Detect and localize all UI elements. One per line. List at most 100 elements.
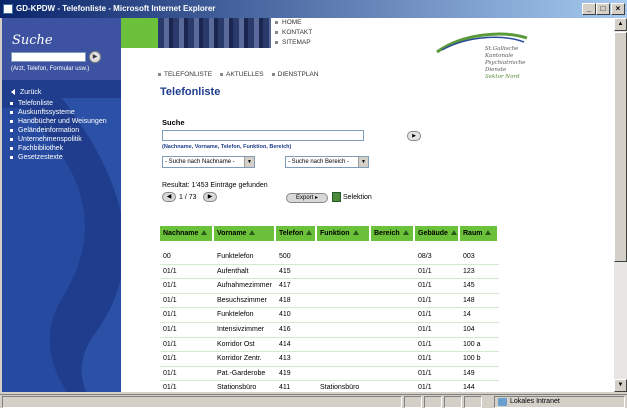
table-cell: 411 — [279, 384, 291, 392]
bullet-icon — [275, 31, 278, 34]
logo-sektor: Sektor Nord — [485, 74, 520, 80]
header-label: Telefon — [279, 230, 304, 237]
table-row: 01/1 Aufenthalt 415 01/1 123 — [160, 265, 499, 280]
search-input[interactable] — [162, 130, 364, 141]
pager-text: 1 / 73 — [179, 194, 197, 201]
chevron-down-icon[interactable]: ▼ — [358, 157, 368, 167]
header-nachname[interactable]: Nachname — [160, 226, 214, 241]
header-label: Raum — [463, 230, 483, 237]
table-cell: Intensivzimmer — [217, 325, 265, 333]
table-cell: 149 — [463, 369, 475, 377]
header-funktion[interactable]: Funktion — [317, 226, 371, 241]
table-cell — [317, 279, 371, 293]
bullet-icon — [10, 156, 13, 159]
table-cell: Stationsbüro — [217, 384, 257, 392]
header-vorname[interactable]: Vorname — [214, 226, 276, 241]
table-cell — [371, 265, 415, 279]
scroll-down-button[interactable]: ▼ — [614, 379, 627, 392]
header-top-menu: HOME KONTAKT SITEMAP — [275, 18, 312, 48]
sidebar-item-label: Telefonliste — [18, 100, 54, 107]
table-cell: 100 b — [463, 355, 481, 363]
scroll-thumb[interactable] — [614, 32, 627, 262]
sort-up-icon — [306, 230, 313, 235]
export-label: Export — [295, 195, 314, 201]
table-cell: 01/1 — [418, 355, 432, 363]
header-label: Funktion — [320, 230, 350, 237]
header-raum[interactable]: Raum — [460, 226, 499, 241]
bullet-icon — [275, 41, 278, 44]
header-label: Gebäude — [418, 230, 448, 237]
table-cell: 01/1 — [163, 296, 177, 304]
nav-aktuelles[interactable]: AKTUELLES — [220, 71, 264, 78]
header-gebaeude[interactable]: Gebäude — [415, 226, 460, 241]
top-menu-label: HOME — [282, 19, 302, 26]
header-bereich[interactable]: Bereich — [371, 226, 415, 241]
table-cell: Aufenthalt — [217, 267, 249, 275]
sidebar-item-handbuecher[interactable]: Handbücher und Weisungen — [10, 117, 107, 126]
table-row: 01/1 Funktelefon 410 01/1 14 — [160, 308, 499, 323]
bullet-icon — [10, 147, 13, 150]
table-cell: 100 a — [463, 340, 481, 348]
table-cell — [371, 352, 415, 366]
table-cell: 104 — [463, 325, 475, 333]
table-cell: 01/1 — [418, 296, 432, 304]
excel-icon[interactable] — [332, 192, 341, 202]
export-button[interactable]: Export ▸ — [286, 193, 328, 203]
status-zone-label: Lokales Intranet — [510, 398, 560, 405]
table-cell: 01/1 — [418, 325, 432, 333]
vertical-scrollbar[interactable]: ▲ ▼ — [614, 18, 627, 392]
table-cell: 01/1 — [418, 384, 432, 392]
table-cell — [371, 308, 415, 322]
table-cell — [317, 338, 371, 352]
bullet-icon — [275, 21, 278, 24]
table-cell — [317, 250, 371, 264]
nav-dienstplan[interactable]: DIENSTPLAN — [271, 71, 318, 78]
area-select[interactable]: - Suche nach Bereich - ▼ — [285, 156, 369, 168]
sidebar-item-auskunftssysteme[interactable]: Auskunftssysteme — [10, 108, 107, 117]
table-cell: 003 — [463, 253, 475, 260]
status-cell — [464, 396, 482, 408]
pager-next-button[interactable]: ▶ — [203, 192, 217, 202]
sidebar-search-go-button[interactable]: ▶ — [89, 51, 101, 63]
logo-line: Kantonale — [485, 53, 514, 59]
close-button[interactable]: × — [611, 3, 625, 15]
status-main-cell — [2, 396, 402, 408]
top-menu-sitemap[interactable]: SITEMAP — [275, 38, 312, 48]
back-arrow-icon — [11, 89, 15, 95]
main-nav: TELEFONLISTE AKTUELLES DIENSTPLAN — [158, 71, 326, 78]
top-menu-home[interactable]: HOME — [275, 18, 312, 28]
top-menu-kontakt[interactable]: KONTAKT — [275, 28, 312, 38]
lastname-select[interactable]: - Suche nach Nachname - ▼ — [162, 156, 255, 168]
header-telefon[interactable]: Telefon — [276, 226, 317, 241]
header-label: Bereich — [374, 230, 400, 237]
table-row: 00 Funktelefon 500 08/3 003 — [160, 250, 499, 265]
scroll-up-button[interactable]: ▲ — [614, 18, 627, 31]
result-count: Resultat: 1'453 Einträge gefunden — [162, 182, 268, 189]
window-titlebar[interactable]: GD-KPDW - Telefonliste - Microsoft Inter… — [0, 0, 627, 18]
sidebar-item-unternehmenspolitik[interactable]: Unternehmenspolitik — [10, 135, 107, 144]
sidebar-item-telefonliste[interactable]: Telefonliste — [10, 99, 107, 108]
table-header: Nachname Vorname Telefon Funktion Bereic… — [160, 226, 499, 241]
chevron-down-icon[interactable]: ▼ — [244, 157, 254, 167]
maximize-button[interactable]: □ — [596, 3, 610, 15]
sidebar-item-fachbibliothek[interactable]: Fachbibliothek — [10, 144, 107, 153]
table-cell: Funktelefon — [217, 253, 254, 260]
sidebar-item-gesetzestexte[interactable]: Gesetzestexte — [10, 153, 107, 162]
table-cell — [317, 352, 371, 366]
pager-prev-button[interactable]: ◀ — [162, 192, 176, 202]
nav-telefonliste[interactable]: TELEFONLISTE — [158, 71, 212, 78]
table-cell: Besuchszimmer — [217, 296, 267, 304]
table-cell: Korridor Zentr. — [217, 355, 262, 363]
table-cell — [371, 323, 415, 337]
sidebar-item-gelaendeinformation[interactable]: Geländeinformation — [10, 126, 107, 135]
table-cell: 148 — [463, 296, 475, 304]
search-go-button[interactable]: ▶ — [407, 131, 421, 141]
table-cell: 01/1 — [163, 267, 177, 275]
sidebar-search-title: Suche — [12, 33, 53, 48]
sidebar-search-input[interactable] — [11, 52, 86, 62]
table-cell: 01/1 — [163, 340, 177, 348]
selection-link[interactable]: Selektion — [343, 194, 372, 201]
minimize-button[interactable]: _ — [582, 3, 596, 15]
table-cell: 123 — [463, 267, 475, 275]
sidebar-back-link[interactable]: Zurück — [10, 88, 107, 97]
